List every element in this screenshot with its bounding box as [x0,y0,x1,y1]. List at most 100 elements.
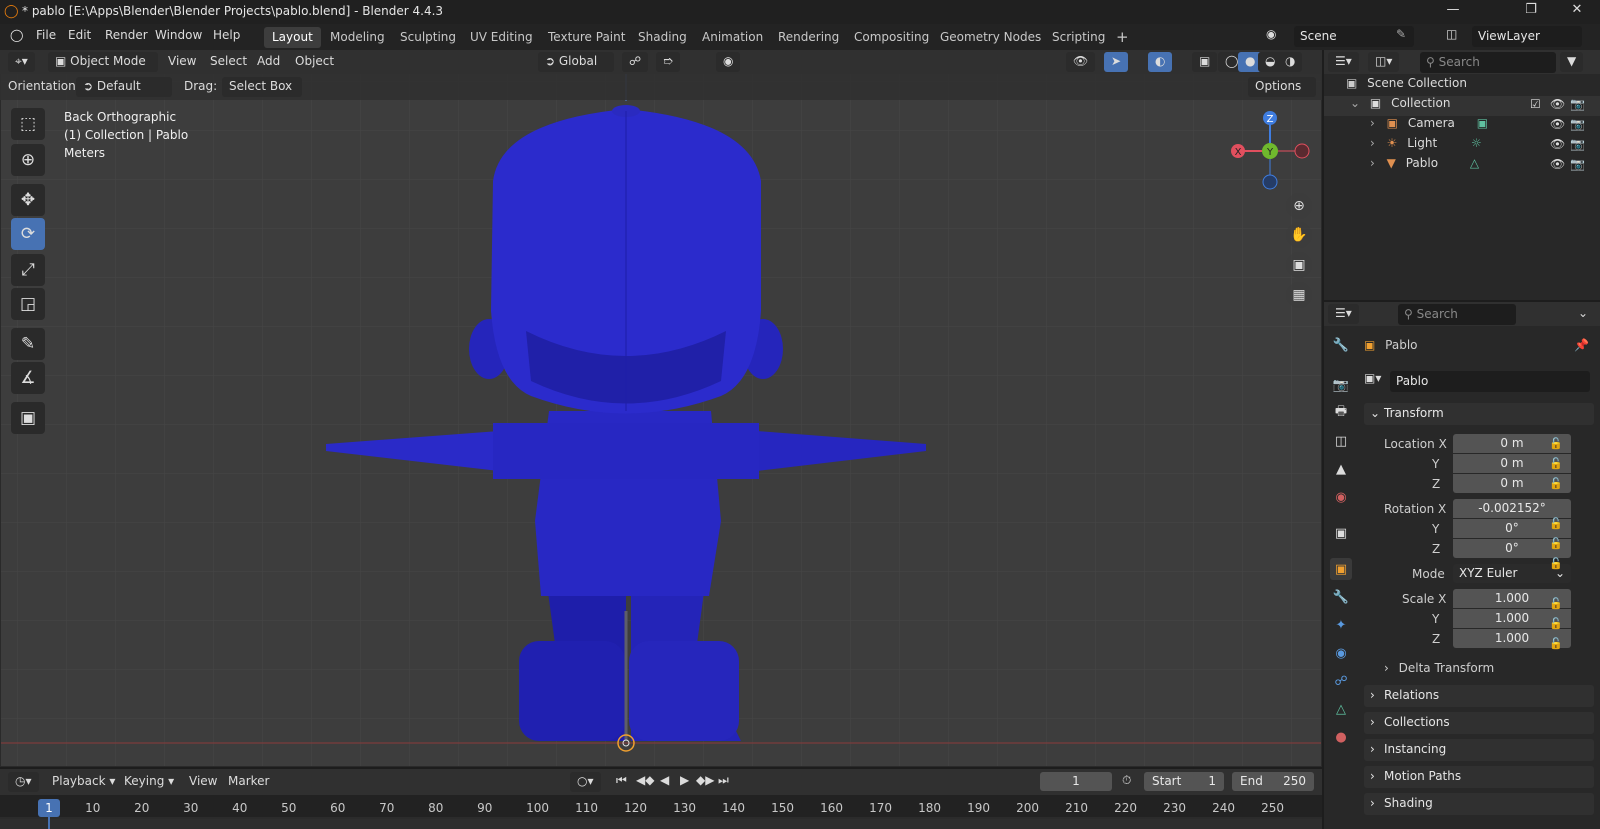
tool-tab-icon[interactable]: 🔧 [1330,334,1352,356]
zoom-icon[interactable]: ⊕ [1286,193,1312,219]
pablo-eye-icon[interactable]: 👁 [1550,157,1565,171]
modifier-tab-icon[interactable]: 🔧 [1330,586,1352,608]
snap-icon[interactable]: ➱ [656,52,681,72]
overlay-toggle-icon[interactable]: ◐ [1148,52,1173,72]
playhead[interactable]: 1 [38,799,60,817]
properties-options-chevron-icon[interactable]: ⌄ [1578,306,1588,320]
mode-dropdown[interactable]: ▣ Object Mode [48,52,158,72]
menu-edit[interactable]: Edit [68,28,91,42]
filter-icon[interactable]: ▼ [1560,52,1584,72]
timeline-editor-icon[interactable]: ◷▾ [8,772,39,792]
transform-tool-icon[interactable]: ◲ [11,288,45,320]
camera-data-icon[interactable]: ▣ [1477,116,1488,130]
visibility-icon[interactable]: 👁 [1066,52,1096,72]
physics-tab-icon[interactable]: ◉ [1330,642,1352,664]
menu-playback[interactable]: Playback ▾ [52,774,115,788]
prev-keyframe-icon[interactable]: ◀◆ [636,773,654,787]
select-box-tool-icon[interactable]: ⬚ [11,108,45,140]
expand-chevron-icon[interactable]: › [1370,136,1375,150]
proportional-edit-icon[interactable]: ◉ [716,52,741,72]
outliner-editor-icon[interactable]: ☰▾ [1328,52,1359,72]
pin-icon[interactable]: ✎ [1396,27,1406,41]
play-reverse-icon[interactable]: ◀ [660,773,669,787]
collection-eye-icon[interactable]: 👁 [1550,97,1565,111]
menu-add[interactable]: Add [257,54,280,68]
delta-transform-header[interactable]: › Delta Transform [1384,661,1494,675]
transform-orientation-dropdown[interactable]: ➲ Global [538,52,614,72]
next-keyframe-icon[interactable]: ◆▶ [696,773,714,787]
outliner-item-light[interactable]: › ☀ Light ☼ 👁 📷 [1324,136,1600,156]
lock-icons[interactable]: 🔓 🔓 🔓 🔓 🔓 🔓 🔓 🔓 🔓 [1549,434,1563,654]
gizmo-toggle-icon[interactable]: ➤ [1104,52,1129,72]
motion-paths-panel-header[interactable]: › Motion Paths [1364,766,1594,788]
tab-sculpting[interactable]: Sculpting [392,27,464,48]
expand-chevron-icon[interactable]: › [1370,156,1375,170]
scene-icon[interactable]: ◉ [1266,27,1276,41]
menu-marker[interactable]: Marker [228,774,269,788]
pan-hand-icon[interactable]: ✋ [1286,222,1312,248]
display-mode-icon[interactable]: ◫▾ [1368,52,1400,72]
material-tab-icon[interactable]: ● [1330,726,1352,748]
camera-render-icon[interactable]: 📷 [1570,117,1585,131]
instancing-panel-header[interactable]: › Instancing [1364,739,1594,761]
menu-window[interactable]: Window [155,28,202,42]
menu-view-timeline[interactable]: View [189,774,217,788]
particles-tab-icon[interactable]: ✦ [1330,614,1352,636]
timeline[interactable]: ◷▾ Playback ▾ Keying ▾ View Marker ○▾ ⏮ … [0,769,1322,829]
menu-file[interactable]: File [36,28,56,42]
menu-render[interactable]: Render [105,28,148,42]
object-tab-icon[interactable]: ▣ [1330,558,1352,580]
collection-camera-icon[interactable]: 📷 [1570,97,1585,111]
render-tab-icon[interactable]: 📷 [1330,374,1352,396]
tab-rendering[interactable]: Rendering [770,27,847,48]
collection-row[interactable]: ⌄ ▣ Collection ☑ 👁 📷 [1324,96,1600,116]
view-layer-field[interactable]: ViewLayer [1472,26,1582,47]
expand-chevron-icon[interactable]: › [1370,116,1375,130]
object-data-type-icon[interactable]: ▣▾ [1364,371,1382,391]
rendered-shading-icon[interactable]: ◑ [1278,52,1303,72]
minimize-icon[interactable]: — [1430,2,1476,22]
blender-menu-icon[interactable]: ◯ [10,28,23,42]
stopwatch-icon[interactable]: ⏱ [1122,773,1131,788]
expand-chevron-icon[interactable]: ⌄ [1350,96,1360,110]
scene-collection-row[interactable]: ▣ Scene Collection [1324,76,1600,96]
play-icon[interactable]: ▶ [680,773,689,787]
annotate-tool-icon[interactable]: ✎ [11,328,45,360]
jump-end-icon[interactable]: ⏭ [718,773,729,788]
light-render-icon[interactable]: 📷 [1570,137,1585,151]
world-tab-icon[interactable]: ◉ [1330,486,1352,508]
relations-panel-header[interactable]: › Relations [1364,685,1594,707]
tab-uv-editing[interactable]: UV Editing [462,27,541,48]
shading-panel-header[interactable]: › Shading [1364,793,1594,815]
tab-geometry-nodes[interactable]: Geometry Nodes [932,27,1049,48]
end-frame-field[interactable]: End 250 [1232,772,1314,791]
outliner-search-input[interactable]: ⚲ Search [1420,52,1556,73]
tab-scripting[interactable]: Scripting [1044,27,1113,48]
pablo-render-icon[interactable]: 📷 [1570,157,1585,171]
menu-keying[interactable]: Keying ▾ [124,774,174,788]
camera-eye-icon[interactable]: 👁 [1550,117,1565,131]
orientation-dropdown[interactable]: ➲ Default [76,77,172,97]
start-frame-field[interactable]: Start 1 [1144,772,1224,791]
tab-layout[interactable]: Layout [264,27,321,48]
object-name-field[interactable]: Pablo [1390,371,1590,392]
tab-compositing[interactable]: Compositing [846,27,937,48]
scale-tool-icon[interactable]: ⤢ [11,254,45,286]
rotate-tool-icon[interactable]: ⟳ [11,218,45,250]
transform-panel-header[interactable]: ⌄ Transform [1364,403,1594,425]
view-layer-icon[interactable]: ◫ [1446,27,1457,41]
current-frame-field[interactable]: 1 [1040,772,1112,791]
editor-type-icon[interactable]: ⌖▾ [8,52,35,72]
tab-animation[interactable]: Animation [694,27,771,48]
cursor-tool-icon[interactable]: ⊕ [11,144,45,176]
output-tab-icon[interactable]: 🖶 [1330,402,1352,424]
drag-dropdown[interactable]: Select Box [222,77,302,97]
outliner-item-pablo[interactable]: › ▼ Pablo △ 👁 📷 [1324,156,1600,176]
options-button[interactable]: Options [1248,77,1316,97]
menu-select[interactable]: Select [210,54,247,68]
tab-shading[interactable]: Shading [630,27,695,48]
constraints-tab-icon[interactable]: ☍ [1330,670,1352,692]
view-layer-tab-icon[interactable]: ◫ [1330,430,1352,452]
mesh-data-tab-icon[interactable]: △ [1330,698,1352,720]
auto-keying-icon[interactable]: ○▾ [570,772,601,792]
